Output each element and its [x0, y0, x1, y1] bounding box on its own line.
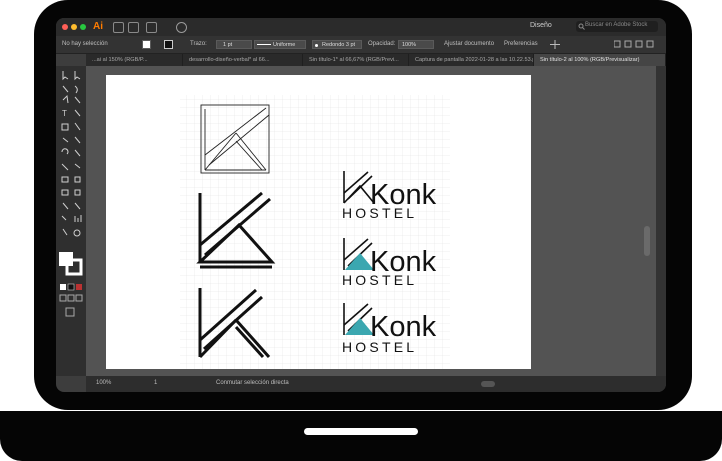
artboard-artwork: Konk HOSTEL Konk HOSTEL Konk HOSTEL	[180, 95, 450, 369]
opacity-field[interactable]: 100%	[398, 40, 434, 49]
bridge-icon[interactable]	[113, 22, 124, 33]
search-icon	[578, 23, 585, 30]
horizontal-scrollbar[interactable]	[481, 381, 495, 387]
align-icons[interactable]	[614, 40, 654, 49]
minimize-dot[interactable]	[71, 24, 77, 30]
brush-definition[interactable]: Redondo 3 pt	[312, 40, 362, 49]
hand-tool-icon	[62, 228, 68, 236]
rectangle-tool-icon	[61, 123, 69, 131]
opacity-value: 100%	[402, 42, 417, 48]
gpu-icon[interactable]	[176, 22, 187, 33]
profile-line	[257, 44, 271, 45]
vertical-scrollbar[interactable]	[644, 226, 650, 256]
laptop-base	[0, 411, 722, 461]
tab-document-3[interactable]: Sin título-1* al 66,67% (RGB/Previ...	[303, 54, 409, 66]
pen-tool-icon	[62, 94, 69, 104]
selection-status: No hay selección	[62, 41, 108, 47]
brush-value: Redondo 3 pt	[322, 42, 356, 48]
right-panel-strip	[656, 66, 666, 376]
stock-search-input[interactable]: Buscar en Adobe Stock	[576, 21, 658, 32]
zoom-level[interactable]: 100%	[96, 380, 111, 386]
svg-text:T: T	[62, 109, 67, 118]
variable-width-profile[interactable]: Uniforme	[254, 40, 306, 49]
artboard-number[interactable]: 1	[154, 380, 157, 386]
close-dot[interactable]	[62, 24, 68, 30]
tab-document-1[interactable]: ...ai al 150% (RGB/P...	[86, 54, 183, 66]
selection-tool-icon	[62, 71, 69, 81]
tab-document-2[interactable]: desarrollo-diseño-verbal* al 66...	[183, 54, 303, 66]
hostel-subtitle-1: HOSTEL	[342, 205, 417, 221]
hostel-subtitle-2: HOSTEL	[342, 272, 417, 288]
tools-icons[interactable]: T	[56, 66, 86, 376]
document-tabs: ...ai al 150% (RGB/P... desarrollo-diseñ…	[86, 54, 666, 66]
profile-value: Uniforme	[273, 42, 296, 48]
control-bar: No hay selección Trazo: 1 pt Uniforme Re…	[56, 36, 666, 54]
arrange-icon[interactable]	[146, 22, 157, 33]
zoom-tool-icon	[73, 229, 81, 237]
document-setup-button[interactable]: Ajustar documento	[444, 41, 494, 47]
preferences-button[interactable]: Preferencias	[504, 41, 538, 47]
stroke-weight-value: 1 pt	[223, 42, 233, 48]
tools-panel: T	[56, 66, 87, 376]
laptop-notch	[304, 428, 418, 435]
canvas-area[interactable]: Konk HOSTEL Konk HOSTEL Konk HOSTEL	[86, 66, 656, 376]
title-bar: Ai Diseño Buscar en Adobe Stock	[56, 18, 666, 36]
stroke-weight-field[interactable]: 1 pt	[216, 40, 252, 49]
stroke-swatch[interactable]	[164, 40, 173, 49]
illustrator-window: Ai Diseño Buscar en Adobe Stock No hay s…	[56, 18, 666, 392]
fill-swatch[interactable]	[142, 40, 151, 49]
arrange-docs-icon[interactable]	[550, 40, 560, 49]
artboard[interactable]: Konk HOSTEL Konk HOSTEL Konk HOSTEL	[106, 75, 531, 369]
hostel-subtitle-3: HOSTEL	[342, 339, 417, 355]
brush-dot-icon	[315, 44, 318, 47]
tab-document-4[interactable]: Captura de pantalla 2022-01-28 a las 10.…	[409, 54, 534, 66]
workspace-switcher[interactable]: Diseño	[530, 22, 552, 29]
app-logo: Ai	[93, 21, 103, 32]
direct-selection-tool-icon	[74, 71, 81, 81]
stroke-label: Trazo:	[190, 41, 207, 47]
maximize-dot[interactable]	[80, 24, 86, 30]
status-bar: 100% 1 Conmutar selección directa	[86, 376, 666, 392]
status-mode[interactable]: Conmutar selección directa	[216, 380, 289, 386]
stock-icon[interactable]	[128, 22, 139, 33]
tab-document-active[interactable]: Sin título-2 al 100% (RGB/Previsualizar)	[534, 54, 666, 66]
search-placeholder: Buscar en Adobe Stock	[585, 22, 648, 28]
opacity-label: Opacidad:	[368, 41, 396, 47]
